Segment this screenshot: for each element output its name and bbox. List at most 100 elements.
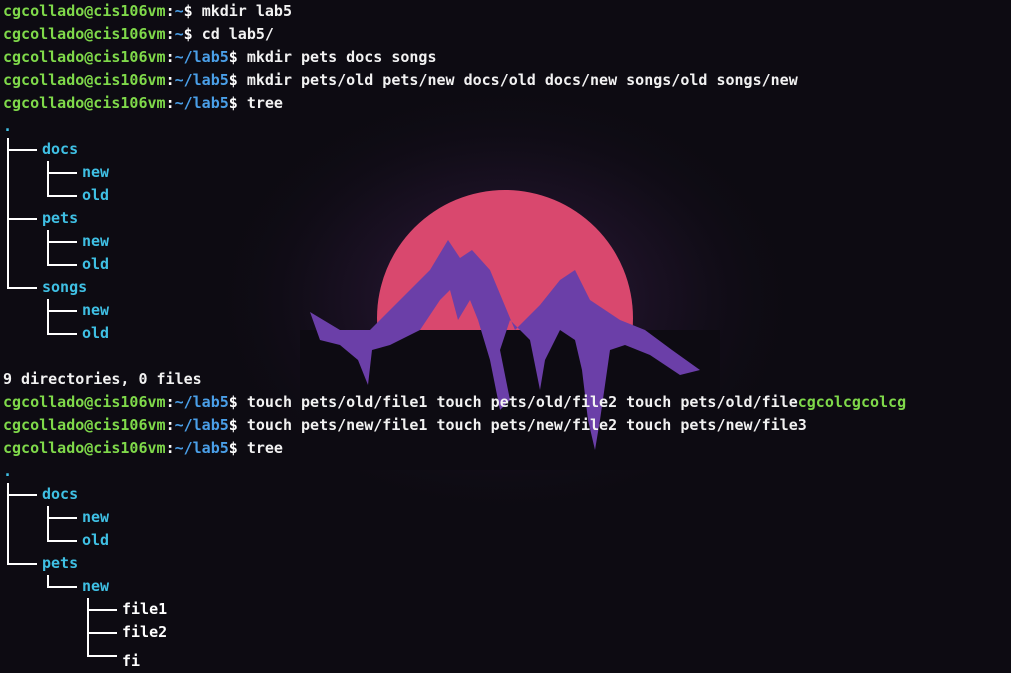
tree-branch-line xyxy=(7,276,37,289)
prompt-line: cgcollado@cis106vm:~$ cd lab5/ xyxy=(3,23,1011,46)
prompt-line: cgcollado@cis106vm:~/lab5$ tree xyxy=(3,92,1011,115)
directory-name: pets xyxy=(42,554,79,572)
tree-entry: pets xyxy=(3,552,1011,575)
directory-name: new xyxy=(82,301,110,319)
directory-name: songs xyxy=(42,278,88,296)
prompt-path: ~/lab5 xyxy=(174,48,229,66)
terminal-output: cgcollado@cis106vm:~$ mkdir lab5 cgcollad… xyxy=(3,0,1011,670)
tree-branch-line xyxy=(7,483,37,496)
tree-entry: old xyxy=(3,529,1011,552)
directory-name: old xyxy=(82,186,110,204)
prompt-colon: : xyxy=(165,393,175,411)
tree-guide-line xyxy=(47,517,49,529)
tree-entry: new xyxy=(3,299,1011,322)
tree-branch-line xyxy=(47,253,77,266)
tree-entry: new xyxy=(3,161,1011,184)
prompt-user-host: cgcollado@cis106vm xyxy=(3,2,166,20)
command-text: cd lab5/ xyxy=(201,25,274,43)
prompt-colon: : xyxy=(165,94,175,112)
directory-name: old xyxy=(82,324,110,342)
directory-name: new xyxy=(82,508,110,526)
tree-branch-line xyxy=(7,552,37,565)
tree-guide-line xyxy=(7,149,9,161)
prompt-path: ~/lab5 xyxy=(174,393,229,411)
tree-entry: new xyxy=(3,506,1011,529)
tree-guide-line xyxy=(87,609,89,621)
command-text: mkdir pets docs songs xyxy=(246,48,437,66)
tree-guide-line xyxy=(47,172,49,184)
prompt-colon: : xyxy=(165,71,175,89)
prompt-line: cgcollado@cis106vm:~/lab5$ mkdir pets do… xyxy=(3,46,1011,69)
prompt-path: ~/lab5 xyxy=(174,71,229,89)
prompt-colon: : xyxy=(165,48,175,66)
command-text: tree xyxy=(246,439,283,457)
tree-entry: songs xyxy=(3,276,1011,299)
tree-guide-line xyxy=(7,494,9,506)
terminal-line: 9 directories, 0 files xyxy=(3,368,1011,391)
directory-name: new xyxy=(82,232,110,250)
tree-entry: docs xyxy=(3,138,1011,161)
prompt-line: cgcollado@cis106vm:~/lab5$ touch pets/ne… xyxy=(3,414,1011,437)
prompt-colon: : xyxy=(165,25,175,43)
tree-entry: old xyxy=(3,184,1011,207)
command-text: mkdir lab5 xyxy=(201,2,292,20)
prompt-line: cgcollado@cis106vm:~/lab5$ mkdir pets/ol… xyxy=(3,69,1011,92)
prompt-dollar: $ xyxy=(183,25,202,43)
tree-branch-line xyxy=(47,184,77,197)
prompt-dollar: $ xyxy=(228,393,247,411)
prompt-user-host: cgcollado@cis106vm xyxy=(3,94,166,112)
tree-entry: file1 xyxy=(3,598,1011,621)
terminal-line: . xyxy=(3,460,1011,483)
tree-branch-line xyxy=(87,621,117,634)
prompt-path: ~/lab5 xyxy=(174,416,229,434)
prompt-dollar: $ xyxy=(228,439,247,457)
prompt-user-host: cgcollado@cis106vm xyxy=(3,393,166,411)
tree-branch-line xyxy=(7,138,37,151)
tree-entry: docs xyxy=(3,483,1011,506)
command-overflow-text: cgcolcgcolcg xyxy=(797,393,907,411)
tree-entry: old xyxy=(3,253,1011,276)
directory-name: docs xyxy=(42,140,79,158)
prompt-colon: : xyxy=(165,439,175,457)
tree-branch-line xyxy=(7,207,37,220)
tree-branch-line xyxy=(47,230,77,243)
tree-root: . xyxy=(3,117,13,135)
command-text: tree xyxy=(246,94,283,112)
tree-guide-line xyxy=(7,529,9,552)
file-name: file2 xyxy=(122,623,168,641)
tree-guide-line xyxy=(7,161,9,184)
directory-name: old xyxy=(82,531,110,549)
tree-branch-line xyxy=(87,598,117,611)
file-name: file1 xyxy=(122,600,168,618)
command-text: touch pets/old/file1 touch pets/old/file… xyxy=(246,393,798,411)
prompt-path: ~/lab5 xyxy=(174,94,229,112)
tree-entry: new xyxy=(3,230,1011,253)
prompt-dollar: $ xyxy=(228,94,247,112)
tree-entry: file2 xyxy=(3,621,1011,644)
prompt-user-host: cgcollado@cis106vm xyxy=(3,416,166,434)
directory-name: old xyxy=(82,255,110,273)
prompt-user-host: cgcollado@cis106vm xyxy=(3,71,166,89)
tree-entry: new xyxy=(3,575,1011,598)
prompt-user-host: cgcollado@cis106vm xyxy=(3,25,166,43)
directory-name: pets xyxy=(42,209,79,227)
prompt-line: cgcollado@cis106vm:~/lab5$ tree xyxy=(3,437,1011,460)
tree-root: . xyxy=(3,462,13,480)
tree-branch-line xyxy=(47,575,77,588)
file-name: fi xyxy=(122,652,141,670)
prompt-path: ~ xyxy=(174,2,184,20)
prompt-dollar: $ xyxy=(228,71,247,89)
prompt-line: cgcollado@cis106vm:~$ mkdir lab5 xyxy=(3,0,1011,23)
prompt-line: cgcollado@cis106vm:~/lab5$ touch pets/ol… xyxy=(3,391,1011,414)
prompt-colon: : xyxy=(165,416,175,434)
tree-branch-line xyxy=(47,322,77,335)
command-text: touch pets/new/file1 touch pets/new/file… xyxy=(246,416,807,434)
prompt-dollar: $ xyxy=(183,2,202,20)
prompt-dollar: $ xyxy=(228,48,247,66)
tree-branch-line xyxy=(47,506,77,519)
terminal-line: . xyxy=(3,115,1011,138)
tree-branch-line xyxy=(47,161,77,174)
output-text: 9 directories, 0 files xyxy=(3,370,202,388)
tree-guide-line xyxy=(7,230,9,253)
